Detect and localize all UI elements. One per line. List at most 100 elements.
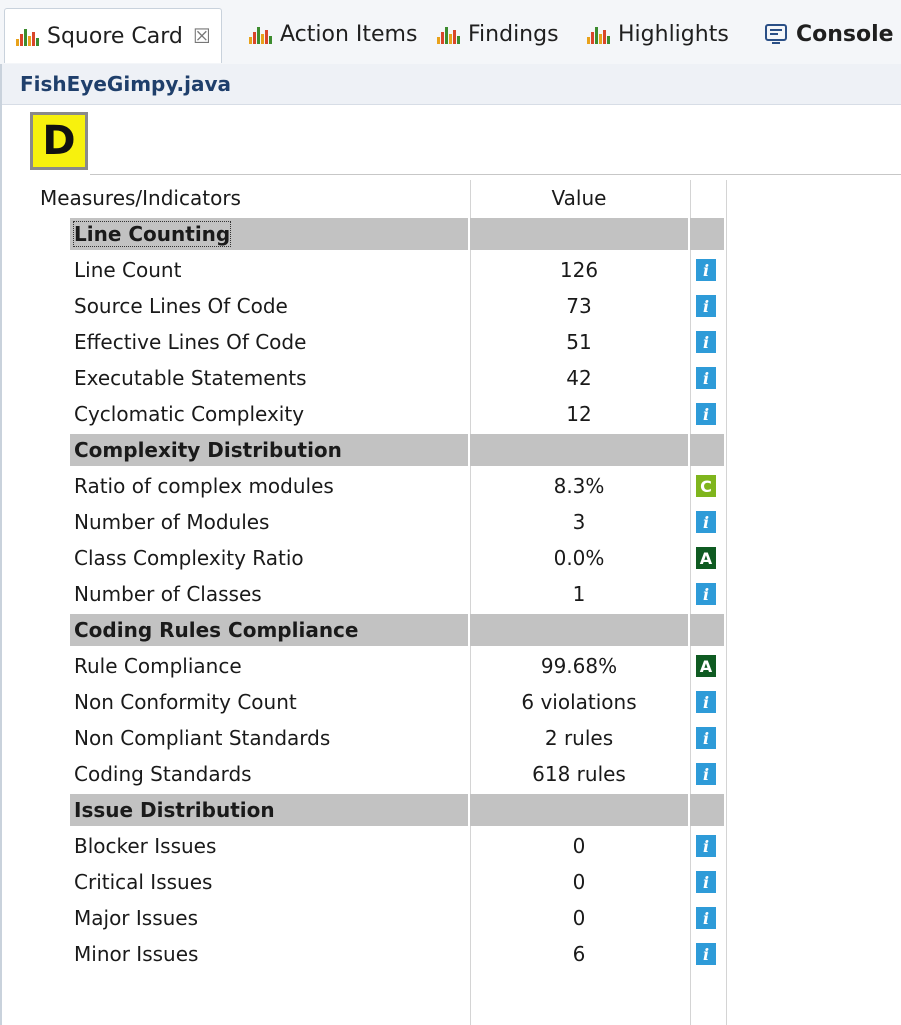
info-icon[interactable]: i	[696, 511, 716, 533]
rating-badge-icon[interactable]: A	[696, 547, 716, 569]
measure-value: 618 rules	[532, 762, 626, 786]
console-icon	[764, 23, 790, 45]
measure-name: Source Lines Of Code	[74, 294, 288, 318]
measure-value: 0	[572, 870, 586, 894]
file-name: FishEyeGimpy.java	[20, 72, 232, 96]
measure-value: 6	[572, 942, 586, 966]
measure-name: Executable Statements	[74, 366, 307, 390]
tab-label: Squore Card	[47, 23, 183, 49]
info-icon[interactable]: i	[696, 367, 716, 389]
measure-name: Line Count	[74, 258, 182, 282]
table-row[interactable]: Number of Modules 3 i	[22, 504, 901, 540]
tab-highlights[interactable]: Highlights	[586, 10, 729, 58]
tab-label: Action Items	[280, 21, 418, 47]
table-row[interactable]: Critical Issues 0 i	[22, 864, 901, 900]
info-icon[interactable]: i	[696, 835, 716, 857]
table-row[interactable]: Blocker Issues 0 i	[22, 828, 901, 864]
info-icon[interactable]: i	[696, 331, 716, 353]
info-icon[interactable]: i	[696, 943, 716, 965]
rating-badge-icon[interactable]: A	[696, 655, 716, 677]
section-row[interactable]: Complexity Distribution	[22, 432, 901, 468]
tab-squore-card[interactable]: Squore Card ☒	[4, 8, 222, 63]
column-header-measures[interactable]: Measures/Indicators	[40, 180, 241, 216]
table-row[interactable]: Cyclomatic Complexity 12 i	[22, 396, 901, 432]
table-row[interactable]: Effective Lines Of Code 51 i	[22, 324, 901, 360]
tab-findings[interactable]: Findings	[436, 10, 559, 58]
measure-name: Cyclomatic Complexity	[74, 402, 305, 426]
measure-name: Major Issues	[74, 906, 199, 930]
section-background	[690, 614, 724, 646]
section-row[interactable]: Line Counting	[22, 216, 901, 252]
section-label: Complexity Distribution	[74, 432, 342, 468]
tab-action-items[interactable]: Action Items	[248, 10, 417, 58]
info-icon[interactable]: i	[696, 871, 716, 893]
measure-name: Ratio of complex modules	[74, 474, 334, 498]
table-row[interactable]: Ratio of complex modules 8.3% C	[22, 468, 901, 504]
table-row[interactable]: Minor Issues 6 i	[22, 936, 901, 972]
tab-label: Console	[796, 21, 894, 47]
info-icon[interactable]: i	[696, 259, 716, 281]
table-row[interactable]: Non Compliant Standards 2 rules i	[22, 720, 901, 756]
table-row[interactable]: Executable Statements 42 i	[22, 360, 901, 396]
rating-badge-icon[interactable]: C	[696, 475, 716, 497]
info-icon[interactable]: i	[696, 295, 716, 317]
info-icon[interactable]: i	[696, 727, 716, 749]
measure-name: Number of Classes	[74, 582, 262, 606]
info-icon[interactable]: i	[696, 763, 716, 785]
measure-name: Effective Lines Of Code	[74, 330, 307, 354]
section-row[interactable]: Coding Rules Compliance	[22, 612, 901, 648]
bar-chart-icon	[436, 23, 462, 45]
squore-card-pane: FishEyeGimpy.java D Measures/Indicators …	[0, 64, 901, 1025]
close-icon[interactable]: ☒	[193, 24, 211, 48]
measure-value: 3	[572, 510, 586, 534]
measure-value: 126	[559, 258, 599, 282]
table-row[interactable]: Non Conformity Count 6 violations i	[22, 684, 901, 720]
tab-console[interactable]: Console	[764, 10, 894, 58]
section-background	[470, 794, 688, 826]
measure-value: 6 violations	[521, 690, 637, 714]
table-row[interactable]: Coding Standards 618 rules i	[22, 756, 901, 792]
info-icon[interactable]: i	[696, 403, 716, 425]
tab-label: Findings	[468, 21, 559, 47]
info-icon[interactable]: i	[696, 907, 716, 929]
divider	[90, 174, 901, 175]
section-label-text: Coding Rules Compliance	[74, 618, 359, 642]
measure-value: 0	[572, 834, 586, 858]
info-icon[interactable]: i	[696, 691, 716, 713]
section-label: Coding Rules Compliance	[74, 612, 358, 648]
measure-name: Non Compliant Standards	[74, 726, 331, 750]
measures-table: Measures/Indicators Value Line Counting L…	[22, 180, 901, 972]
table-row[interactable]: Rule Compliance 99.68% A	[22, 648, 901, 684]
measure-value: 1	[572, 582, 586, 606]
table-row[interactable]: Class Complexity Ratio 0.0% A	[22, 540, 901, 576]
section-background	[690, 794, 724, 826]
measure-value: 0.0%	[553, 546, 605, 570]
column-header-value[interactable]: Value	[470, 180, 688, 216]
measure-name: Class Complexity Ratio	[74, 546, 304, 570]
measure-value: 0	[572, 906, 586, 930]
section-row[interactable]: Issue Distribution	[22, 792, 901, 828]
section-background	[470, 614, 688, 646]
measure-value: 51	[566, 330, 592, 354]
view-tab-bar: Squore Card ☒ Action Items Findings High…	[0, 0, 901, 65]
section-label: Line Counting	[72, 216, 232, 252]
table-row[interactable]: Line Count 126 i	[22, 252, 901, 288]
info-icon[interactable]: i	[696, 583, 716, 605]
bar-chart-icon	[586, 23, 612, 45]
section-label: Issue Distribution	[74, 792, 275, 828]
section-label-text: Complexity Distribution	[74, 438, 342, 462]
section-background	[470, 218, 688, 250]
measure-name: Blocker Issues	[74, 834, 217, 858]
measure-name: Rule Compliance	[74, 654, 242, 678]
table-row[interactable]: Number of Classes 1 i	[22, 576, 901, 612]
file-header: FishEyeGimpy.java	[2, 64, 901, 105]
bar-chart-icon	[248, 23, 274, 45]
section-background	[690, 218, 724, 250]
tab-label: Highlights	[618, 21, 729, 47]
measure-name: Non Conformity Count	[74, 690, 297, 714]
measure-name: Minor Issues	[74, 942, 199, 966]
measure-name: Number of Modules	[74, 510, 270, 534]
measure-value: 8.3%	[553, 474, 605, 498]
table-row[interactable]: Major Issues 0 i	[22, 900, 901, 936]
table-row[interactable]: Source Lines Of Code 73 i	[22, 288, 901, 324]
